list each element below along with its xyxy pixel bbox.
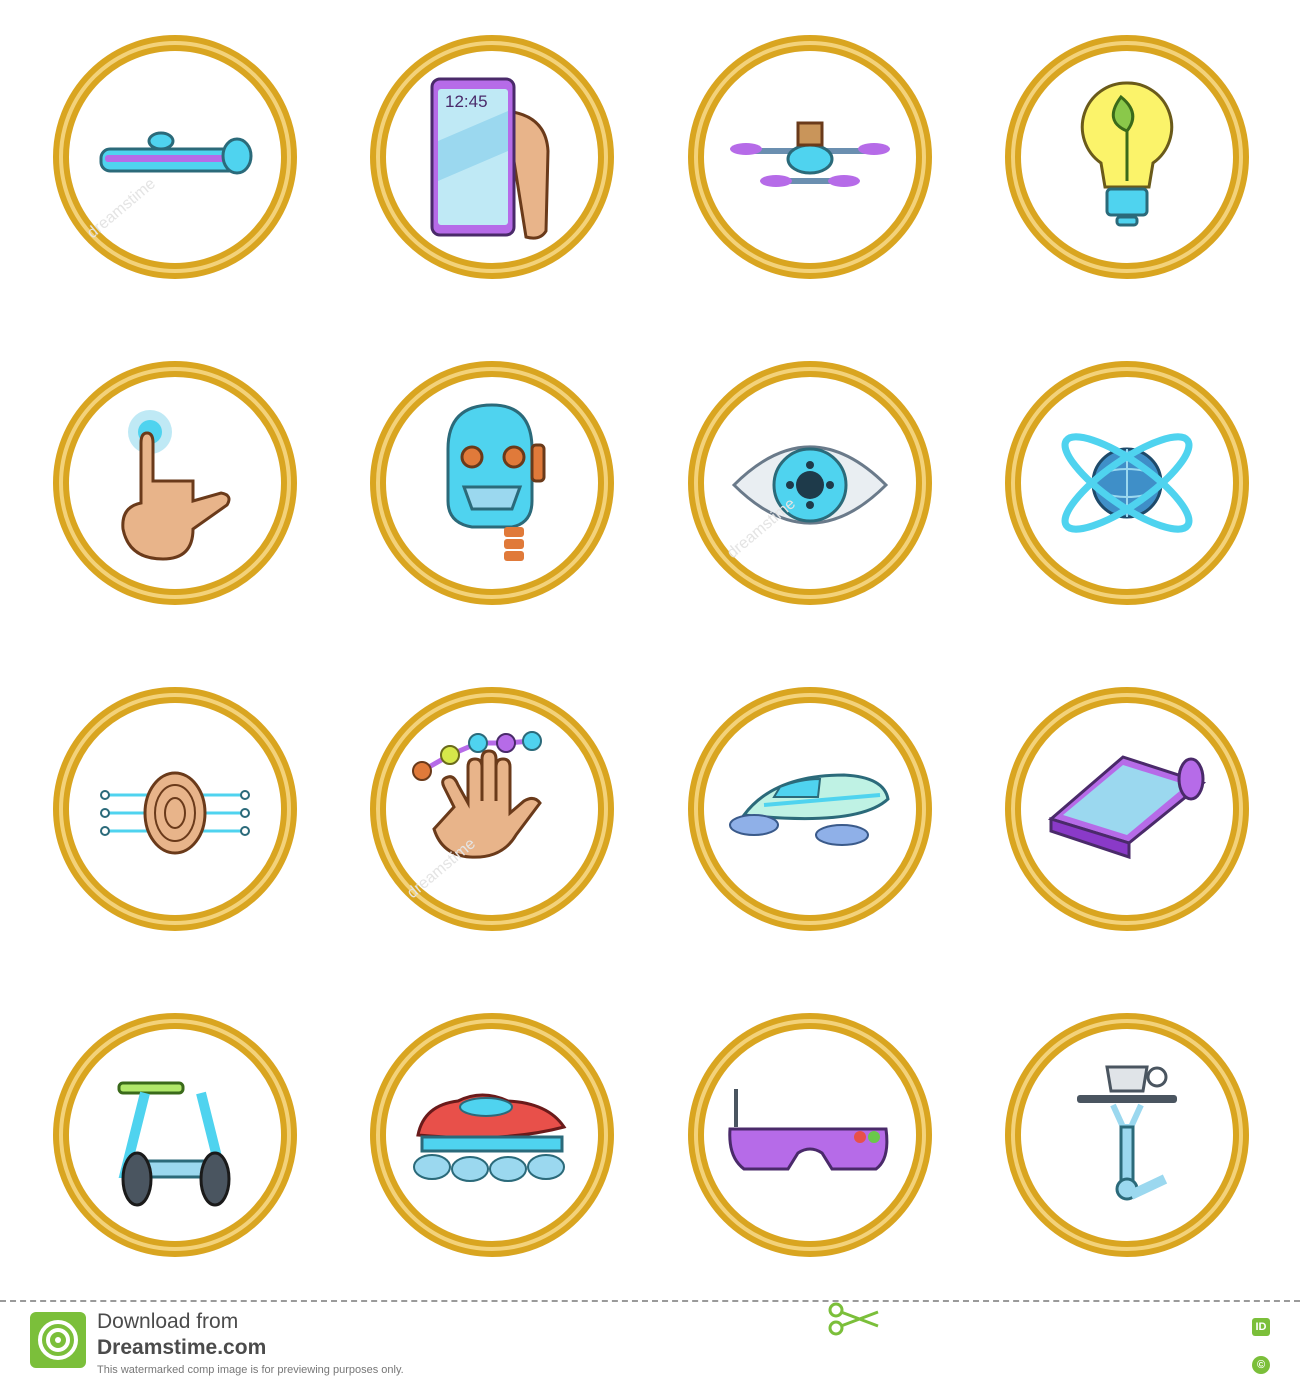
fingerprint-icon [49,683,301,935]
headband-icon [49,31,301,283]
id-badge: ID [1252,1318,1270,1336]
maglev-train-icon [684,683,936,935]
watermark-notice: This watermarked comp image is for previ… [97,1364,404,1376]
smartphone-icon: 12:45 [366,31,618,283]
robot-arm-icon [1001,1009,1253,1261]
dreamstime-logo-icon [30,1312,86,1368]
vr-goggles-icon [684,1009,936,1261]
phone-time-label: 12:45 [445,92,488,111]
download-from-label: Download from [97,1310,239,1333]
eco-bulb-icon [1001,31,1253,283]
drone-icon [684,31,936,283]
cyber-eye-icon [684,357,936,609]
robot-head-icon [366,357,618,609]
cut-line [0,1300,1300,1302]
scissors-icon [828,1302,879,1336]
hover-car-icon [366,1009,618,1261]
globe-orbit-icon [1001,357,1253,609]
hand-molecule-icon [366,683,618,935]
segway-icon [49,1009,301,1261]
icon-grid: 12:45 [0,0,1300,1300]
flexible-tablet-icon [1001,683,1253,935]
touch-finger-icon [49,357,301,609]
dreamstime-link[interactable]: Dreamstime.com [97,1336,266,1360]
copyright-badge: © [1252,1356,1270,1374]
